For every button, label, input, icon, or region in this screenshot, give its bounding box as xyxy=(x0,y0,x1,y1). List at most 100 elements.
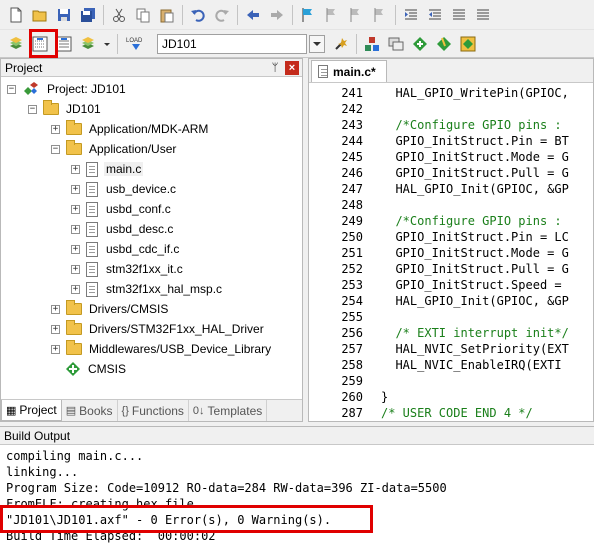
expand-icon[interactable]: + xyxy=(71,244,80,254)
tree-group[interactable]: + Application/MDK-ARM xyxy=(51,119,210,139)
expand-icon[interactable]: + xyxy=(71,284,80,294)
tree-group[interactable]: − Application/User xyxy=(51,139,178,159)
rebuild-icon[interactable] xyxy=(54,34,74,54)
nav-back-icon[interactable] xyxy=(243,5,263,25)
expand-icon[interactable]: + xyxy=(71,164,80,174)
manage-components-icon[interactable] xyxy=(362,34,382,54)
close-icon[interactable]: × xyxy=(285,60,299,75)
tree-file[interactable]: + usbd_desc.c xyxy=(71,219,175,239)
file-icon xyxy=(86,221,98,237)
tree-file[interactable]: + stm32f1xx_hal_msp.c xyxy=(71,279,224,299)
expand-icon[interactable]: + xyxy=(71,224,80,234)
tree-root[interactable]: − Project: JD101 xyxy=(7,79,128,99)
target-select[interactable]: JD101 xyxy=(157,33,307,54)
folder-icon xyxy=(66,340,82,355)
toolbar-separator xyxy=(117,33,118,54)
toolbar-separator xyxy=(356,33,357,54)
uncomment-icon[interactable] xyxy=(473,5,493,25)
tree-group[interactable]: + Drivers/CMSIS xyxy=(51,299,170,319)
editor-tab-bar: main.c* xyxy=(309,59,593,83)
redo-icon[interactable] xyxy=(212,5,232,25)
code-text: /*Configure GPIO pins : xyxy=(381,118,562,132)
tree-file[interactable]: + main.c xyxy=(71,159,144,179)
tree-target[interactable]: − JD101 xyxy=(28,99,103,119)
batch-dropdown-icon[interactable] xyxy=(102,34,112,54)
tree-file[interactable]: + usb_device.c xyxy=(71,179,178,199)
expand-icon[interactable]: + xyxy=(71,184,80,194)
collapse-icon[interactable]: − xyxy=(28,104,37,114)
undo-icon[interactable] xyxy=(188,5,208,25)
code-line: 258 HAL_NVIC_EnableIRQ(EXTI xyxy=(309,357,593,373)
code-line: 246 GPIO_InitStruct.Pull = G xyxy=(309,165,593,181)
tree-file[interactable]: + usbd_cdc_if.c xyxy=(71,239,181,259)
nav-forward-icon[interactable] xyxy=(267,5,287,25)
code-area[interactable]: 241 HAL_GPIO_WritePin(GPIOC, 242 243 /*C… xyxy=(309,83,593,421)
copy-icon[interactable] xyxy=(133,5,153,25)
tab-templates[interactable]: 0↓ Templates xyxy=(189,400,268,421)
code-editor: main.c* 241 HAL_GPIO_WritePin(GPIOC, 242… xyxy=(308,58,594,422)
expand-icon[interactable]: + xyxy=(71,204,80,214)
run-time-env-icon[interactable] xyxy=(458,34,478,54)
line-number: 253 xyxy=(341,278,363,292)
prev-bookmark-icon[interactable] xyxy=(322,5,342,25)
next-bookmark-icon[interactable] xyxy=(346,5,366,25)
tab-project[interactable]: ▦ Project xyxy=(1,400,62,421)
expand-icon[interactable]: + xyxy=(51,324,60,334)
tab-main-c[interactable]: main.c* xyxy=(311,60,387,82)
tree-file[interactable]: + stm32f1xx_it.c xyxy=(71,259,185,279)
code-line: 242 xyxy=(309,101,593,117)
comment-icon[interactable] xyxy=(449,5,469,25)
open-folder-icon[interactable] xyxy=(30,5,50,25)
file-label: usbd_desc.c xyxy=(106,222,174,236)
clear-bookmarks-icon[interactable] xyxy=(370,5,390,25)
tab-books[interactable]: ▤ Books xyxy=(62,400,118,421)
unindent-icon[interactable] xyxy=(425,5,445,25)
tab-label: Books xyxy=(79,403,113,418)
select-packs-icon[interactable] xyxy=(434,34,454,54)
file-label: usb_device.c xyxy=(106,182,177,196)
batch-build-icon[interactable] xyxy=(78,34,98,54)
line-number: 254 xyxy=(341,294,363,308)
line-number: 250 xyxy=(341,230,363,244)
translate-icon[interactable] xyxy=(6,34,26,54)
save-icon[interactable] xyxy=(54,5,74,25)
folder-icon xyxy=(66,140,82,155)
target-options-icon[interactable] xyxy=(331,34,351,54)
indent-icon[interactable] xyxy=(401,5,421,25)
expand-icon[interactable]: + xyxy=(51,344,60,354)
chevron-down-icon[interactable] xyxy=(309,34,325,53)
load-download-icon[interactable]: LOAD xyxy=(123,34,149,54)
tab-label: Project xyxy=(19,403,57,417)
collapse-icon[interactable]: − xyxy=(7,84,16,94)
tab-functions[interactable]: {} Functions xyxy=(118,400,189,421)
tree-file[interactable]: + usbd_conf.c xyxy=(71,199,173,219)
expand-icon[interactable]: + xyxy=(51,304,60,314)
expand-icon[interactable]: + xyxy=(71,264,80,274)
line-number: 257 xyxy=(341,342,363,356)
tree-group[interactable]: + Middlewares/USB_Device_Library xyxy=(51,339,273,359)
file-icon xyxy=(86,281,98,297)
toolbar-separator xyxy=(237,4,238,25)
collapse-icon[interactable]: − xyxy=(51,144,60,154)
save-all-icon[interactable] xyxy=(78,5,98,25)
code-line: 253 GPIO_InitStruct.Speed = xyxy=(309,277,593,293)
expand-icon[interactable]: + xyxy=(51,124,60,134)
file-extensions-icon[interactable] xyxy=(386,34,406,54)
paste-icon[interactable] xyxy=(157,5,177,25)
folder-icon xyxy=(66,320,82,335)
tree-component[interactable]: CMSIS xyxy=(66,359,128,379)
pack-installer-icon[interactable] xyxy=(410,34,430,54)
line-number: 256 xyxy=(341,326,363,340)
code-text: GPIO_InitStruct.Pull = G xyxy=(381,262,569,276)
tree-group[interactable]: + Drivers/STM32F1xx_HAL_Driver xyxy=(51,319,266,339)
bookmark-icon[interactable] xyxy=(298,5,318,25)
cut-icon[interactable] xyxy=(109,5,129,25)
build-icon[interactable] xyxy=(30,34,50,54)
new-file-icon[interactable] xyxy=(6,5,26,25)
file-icon xyxy=(86,261,98,277)
code-text: /* EXTI interrupt init*/ xyxy=(381,326,569,340)
pin-icon[interactable]: ᛘ xyxy=(268,61,282,75)
component-gem-icon xyxy=(66,362,80,376)
code-text: GPIO_InitStruct.Speed = xyxy=(381,278,569,292)
books-icon: ▤ xyxy=(65,405,77,417)
